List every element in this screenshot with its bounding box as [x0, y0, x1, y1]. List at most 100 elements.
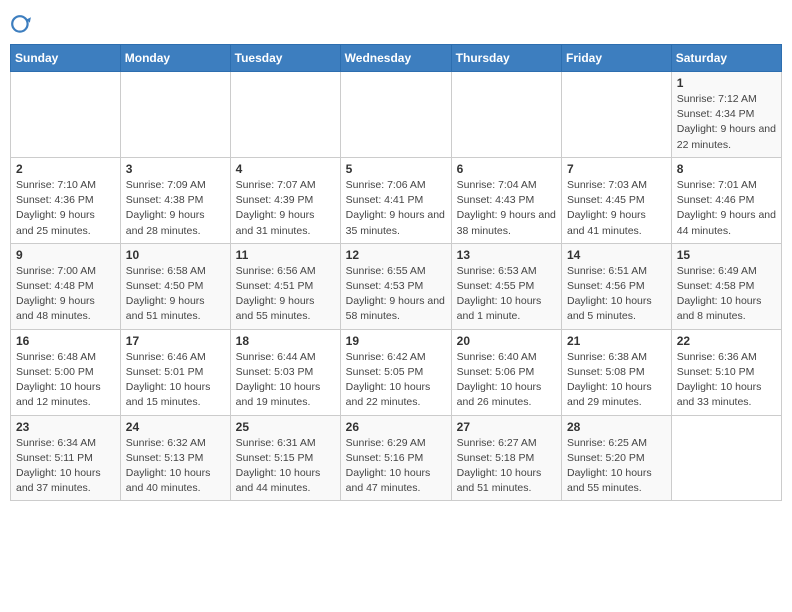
- day-number: 21: [567, 334, 666, 348]
- calendar-cell: 23 Sunrise: 6:34 AM Sunset: 5:11 PM Dayli…: [11, 415, 121, 501]
- day-number: 13: [457, 248, 556, 262]
- weekday-header-sunday: Sunday: [11, 45, 121, 72]
- calendar-cell: 2 Sunrise: 7:10 AM Sunset: 4:36 PM Daylig…: [11, 157, 121, 243]
- calendar-cell: 24 Sunrise: 6:32 AM Sunset: 5:13 PM Dayli…: [120, 415, 230, 501]
- day-info: Sunrise: 6:40 AM Sunset: 5:06 PM Dayligh…: [457, 350, 556, 411]
- weekday-header-saturday: Saturday: [671, 45, 781, 72]
- day-number: 23: [16, 420, 115, 434]
- calendar-cell: 17 Sunrise: 6:46 AM Sunset: 5:01 PM Dayli…: [120, 329, 230, 415]
- calendar-cell: [340, 72, 451, 158]
- calendar-cell: [11, 72, 121, 158]
- calendar-cell: 7Sunrise: 7:03 AM Sunset: 4:45 PM Daylig…: [562, 157, 672, 243]
- day-number: 26: [346, 420, 446, 434]
- calendar-cell: 28 Sunrise: 6:25 AM Sunset: 5:20 PM Dayli…: [562, 415, 672, 501]
- calendar-cell: [451, 72, 561, 158]
- day-info: Sunrise: 6:25 AM Sunset: 5:20 PM Dayligh…: [567, 436, 666, 497]
- day-number: 16: [16, 334, 115, 348]
- day-info: Sunrise: 7:10 AM Sunset: 4:36 PM Dayligh…: [16, 178, 115, 239]
- calendar-cell: 5 Sunrise: 7:06 AM Sunset: 4:41 PM Daylig…: [340, 157, 451, 243]
- day-number: 17: [126, 334, 225, 348]
- calendar-week-row: 1 Sunrise: 7:12 AM Sunset: 4:34 PM Daylig…: [11, 72, 782, 158]
- page-header: [10, 10, 782, 36]
- day-number: 18: [236, 334, 335, 348]
- calendar-cell: 9 Sunrise: 7:00 AM Sunset: 4:48 PM Daylig…: [11, 243, 121, 329]
- day-number: 24: [126, 420, 225, 434]
- day-info: Sunrise: 7:01 AM Sunset: 4:46 PM Dayligh…: [677, 178, 776, 239]
- calendar-week-row: 9 Sunrise: 7:00 AM Sunset: 4:48 PM Daylig…: [11, 243, 782, 329]
- day-info: Sunrise: 6:48 AM Sunset: 5:00 PM Dayligh…: [16, 350, 115, 411]
- day-info: Sunrise: 7:06 AM Sunset: 4:41 PM Dayligh…: [346, 178, 446, 239]
- day-number: 3: [126, 162, 225, 176]
- calendar-cell: 25 Sunrise: 6:31 AM Sunset: 5:15 PM Dayli…: [230, 415, 340, 501]
- calendar-cell: 3 Sunrise: 7:09 AM Sunset: 4:38 PM Daylig…: [120, 157, 230, 243]
- day-info: Sunrise: 6:36 AM Sunset: 5:10 PM Dayligh…: [677, 350, 776, 411]
- day-number: 15: [677, 248, 776, 262]
- logo: [10, 14, 34, 36]
- day-info: Sunrise: 6:31 AM Sunset: 5:15 PM Dayligh…: [236, 436, 335, 497]
- calendar-cell: 26 Sunrise: 6:29 AM Sunset: 5:16 PM Dayli…: [340, 415, 451, 501]
- day-info: Sunrise: 7:09 AM Sunset: 4:38 PM Dayligh…: [126, 178, 225, 239]
- calendar-table: SundayMondayTuesdayWednesdayThursdayFrid…: [10, 44, 782, 501]
- weekday-header-row: SundayMondayTuesdayWednesdayThursdayFrid…: [11, 45, 782, 72]
- logo-icon: [10, 14, 32, 36]
- day-info: Sunrise: 6:38 AM Sunset: 5:08 PM Dayligh…: [567, 350, 666, 411]
- day-number: 1: [677, 76, 776, 90]
- day-info: Sunrise: 7:00 AM Sunset: 4:48 PM Dayligh…: [16, 264, 115, 325]
- calendar-cell: 16 Sunrise: 6:48 AM Sunset: 5:00 PM Dayli…: [11, 329, 121, 415]
- day-number: 22: [677, 334, 776, 348]
- day-number: 9: [16, 248, 115, 262]
- day-number: 4: [236, 162, 335, 176]
- day-info: Sunrise: 6:53 AM Sunset: 4:55 PM Dayligh…: [457, 264, 556, 325]
- calendar-cell: [562, 72, 672, 158]
- calendar-cell: 15 Sunrise: 6:49 AM Sunset: 4:58 PM Dayli…: [671, 243, 781, 329]
- calendar-cell: 27 Sunrise: 6:27 AM Sunset: 5:18 PM Dayli…: [451, 415, 561, 501]
- calendar-cell: 14Sunrise: 6:51 AM Sunset: 4:56 PM Dayli…: [562, 243, 672, 329]
- calendar-cell: 4 Sunrise: 7:07 AM Sunset: 4:39 PM Daylig…: [230, 157, 340, 243]
- calendar-cell: 8Sunrise: 7:01 AM Sunset: 4:46 PM Daylig…: [671, 157, 781, 243]
- calendar-cell: [671, 415, 781, 501]
- weekday-header-friday: Friday: [562, 45, 672, 72]
- day-number: 19: [346, 334, 446, 348]
- calendar-cell: 10Sunrise: 6:58 AM Sunset: 4:50 PM Dayli…: [120, 243, 230, 329]
- day-info: Sunrise: 7:12 AM Sunset: 4:34 PM Dayligh…: [677, 92, 776, 153]
- day-info: Sunrise: 6:32 AM Sunset: 5:13 PM Dayligh…: [126, 436, 225, 497]
- day-number: 12: [346, 248, 446, 262]
- day-number: 25: [236, 420, 335, 434]
- day-info: Sunrise: 6:42 AM Sunset: 5:05 PM Dayligh…: [346, 350, 446, 411]
- day-info: Sunrise: 7:07 AM Sunset: 4:39 PM Dayligh…: [236, 178, 335, 239]
- calendar-cell: 12 Sunrise: 6:55 AM Sunset: 4:53 PM Dayli…: [340, 243, 451, 329]
- calendar-cell: 18 Sunrise: 6:44 AM Sunset: 5:03 PM Dayli…: [230, 329, 340, 415]
- day-info: Sunrise: 7:03 AM Sunset: 4:45 PM Dayligh…: [567, 178, 666, 239]
- day-info: Sunrise: 7:04 AM Sunset: 4:43 PM Dayligh…: [457, 178, 556, 239]
- day-number: 5: [346, 162, 446, 176]
- calendar-cell: 6Sunrise: 7:04 AM Sunset: 4:43 PM Daylig…: [451, 157, 561, 243]
- calendar-week-row: 2 Sunrise: 7:10 AM Sunset: 4:36 PM Daylig…: [11, 157, 782, 243]
- day-info: Sunrise: 6:49 AM Sunset: 4:58 PM Dayligh…: [677, 264, 776, 325]
- calendar-cell: 20 Sunrise: 6:40 AM Sunset: 5:06 PM Dayli…: [451, 329, 561, 415]
- day-info: Sunrise: 6:44 AM Sunset: 5:03 PM Dayligh…: [236, 350, 335, 411]
- calendar-cell: 11 Sunrise: 6:56 AM Sunset: 4:51 PM Dayli…: [230, 243, 340, 329]
- calendar-cell: 13 Sunrise: 6:53 AM Sunset: 4:55 PM Dayli…: [451, 243, 561, 329]
- day-number: 20: [457, 334, 556, 348]
- day-number: 27: [457, 420, 556, 434]
- calendar-cell: 1 Sunrise: 7:12 AM Sunset: 4:34 PM Daylig…: [671, 72, 781, 158]
- day-number: 28: [567, 420, 666, 434]
- day-number: 2: [16, 162, 115, 176]
- calendar-week-row: 16 Sunrise: 6:48 AM Sunset: 5:00 PM Dayli…: [11, 329, 782, 415]
- day-number: 11: [236, 248, 335, 262]
- calendar-week-row: 23 Sunrise: 6:34 AM Sunset: 5:11 PM Dayli…: [11, 415, 782, 501]
- calendar-cell: 22 Sunrise: 6:36 AM Sunset: 5:10 PM Dayli…: [671, 329, 781, 415]
- weekday-header-thursday: Thursday: [451, 45, 561, 72]
- day-info: Sunrise: 6:46 AM Sunset: 5:01 PM Dayligh…: [126, 350, 225, 411]
- weekday-header-tuesday: Tuesday: [230, 45, 340, 72]
- calendar-cell: 19 Sunrise: 6:42 AM Sunset: 5:05 PM Dayli…: [340, 329, 451, 415]
- day-info: Sunrise: 6:56 AM Sunset: 4:51 PM Dayligh…: [236, 264, 335, 325]
- weekday-header-monday: Monday: [120, 45, 230, 72]
- day-info: Sunrise: 6:27 AM Sunset: 5:18 PM Dayligh…: [457, 436, 556, 497]
- day-info: Sunrise: 6:51 AM Sunset: 4:56 PM Dayligh…: [567, 264, 666, 325]
- weekday-header-wednesday: Wednesday: [340, 45, 451, 72]
- day-info: Sunrise: 6:29 AM Sunset: 5:16 PM Dayligh…: [346, 436, 446, 497]
- day-number: 10: [126, 248, 225, 262]
- day-info: Sunrise: 6:55 AM Sunset: 4:53 PM Dayligh…: [346, 264, 446, 325]
- day-info: Sunrise: 6:34 AM Sunset: 5:11 PM Dayligh…: [16, 436, 115, 497]
